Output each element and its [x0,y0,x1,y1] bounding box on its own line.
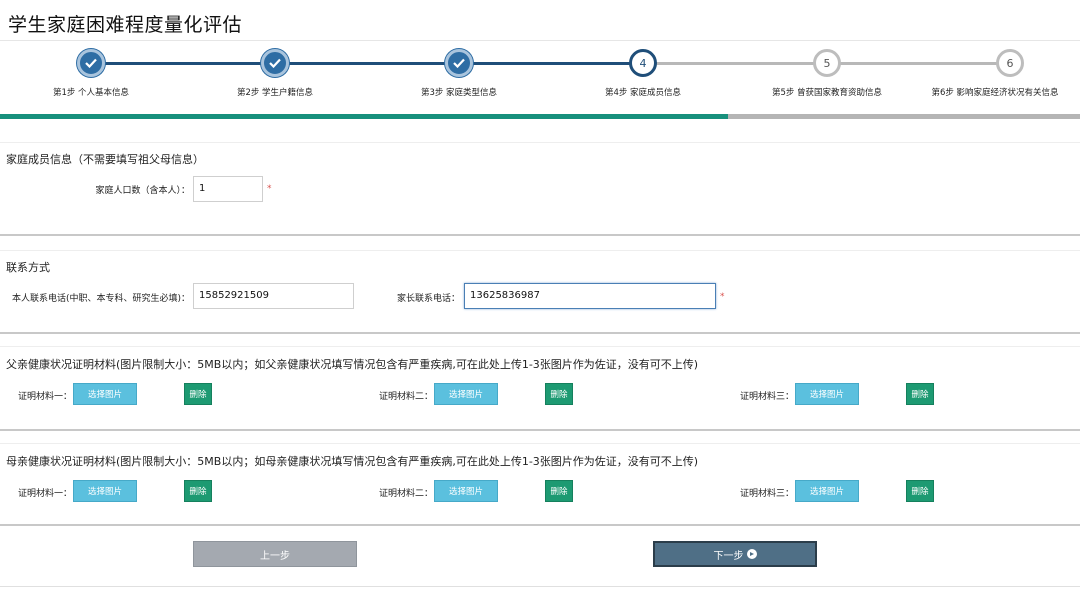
father-materials-title: 父亲健康状况证明材料(图片限制大小：5MB以内；如父亲健康状况填写情况包含有严重… [6,358,699,371]
section-divider [0,332,1080,334]
father-material-1-delete-button[interactable]: 删除 [184,383,212,405]
next-step-button[interactable]: 下一步 [653,541,817,567]
parent-phone-label: 家长联系电话： [396,294,460,304]
step-2-done-icon[interactable] [261,49,289,77]
progress-fill [0,114,728,119]
check-icon [453,58,465,68]
mother-material-1-delete-button[interactable]: 删除 [184,480,212,502]
page-title: 学生家庭困难程度量化评估 [8,14,243,36]
step-1-label: 第1步 个人基本信息 [52,88,130,98]
father-material-1-label: 证明材料一： [18,392,73,402]
father-material-3-delete-button[interactable]: 删除 [906,383,934,405]
mother-material-2-delete-button[interactable]: 删除 [545,480,573,502]
progress-bar [0,114,1080,119]
step-2-label: 第2步 学生户籍信息 [236,88,314,98]
mother-material-1-choose-button[interactable]: 选择图片 [73,480,137,502]
section-divider [0,250,1080,251]
step-4-label: 第4步 家庭成员信息 [604,88,682,98]
family-section-title: 家庭成员信息（不需要填写祖父母信息） [6,153,204,166]
father-material-2-choose-button[interactable]: 选择图片 [434,383,498,405]
required-mark: * [267,184,272,194]
mother-material-2-label: 证明材料二： [379,489,434,499]
arrow-circle-right-icon [746,549,757,559]
parent-phone-input[interactable]: 13625836987 [464,283,716,309]
section-divider [0,142,1080,143]
self-phone-label: 本人联系电话(中职、本专科、研究生必填)： [11,294,190,304]
section-divider [0,346,1080,347]
father-material-3-label: 证明材料三： [740,392,795,402]
step-5-label: 第5步 曾获国家教育资助信息 [771,88,883,98]
step-3-done-icon[interactable] [445,49,473,77]
section-divider [0,524,1080,526]
father-material-2-label: 证明材料二： [379,392,434,402]
step-1-done-icon[interactable] [77,49,105,77]
check-icon [85,58,97,68]
section-divider [0,429,1080,431]
bottom-divider [0,586,1080,587]
section-divider [0,443,1080,444]
father-material-3-choose-button[interactable]: 选择图片 [795,383,859,405]
step-3-label: 第3步 家庭类型信息 [420,88,498,98]
mother-material-3-label: 证明材料三： [740,489,795,499]
next-step-label: 下一步 [713,550,744,562]
family-count-label: 家庭人口数（含本人）： [95,186,190,196]
father-material-1-choose-button[interactable]: 选择图片 [73,383,137,405]
prev-step-label: 上一步 [260,550,290,562]
contact-section-title: 联系方式 [6,261,50,274]
father-material-2-delete-button[interactable]: 删除 [545,383,573,405]
step-4-circle[interactable]: 4 [629,49,657,77]
step-6-circle[interactable]: 6 [996,49,1024,77]
prev-step-button[interactable]: 上一步 [193,541,357,567]
check-icon [269,58,281,68]
mother-material-2-choose-button[interactable]: 选择图片 [434,480,498,502]
stepper: 第1步 个人基本信息 第2步 学生户籍信息 第3步 家庭类型信息 4 第4步 家… [0,40,1080,120]
step-connector [91,62,643,65]
self-phone-input[interactable]: 15852921509 [193,283,354,309]
step-5-circle[interactable]: 5 [813,49,841,77]
mother-material-3-choose-button[interactable]: 选择图片 [795,480,859,502]
mother-material-1-label: 证明材料一： [18,489,73,499]
mother-material-3-delete-button[interactable]: 删除 [906,480,934,502]
family-count-input[interactable]: 1 [193,176,263,202]
section-divider [0,234,1080,236]
step-6-label: 第6步 影响家庭经济状况有关信息 [931,88,1059,98]
required-mark: * [720,292,725,302]
mother-materials-title: 母亲健康状况证明材料(图片限制大小：5MB以内；如母亲健康状况填写情况包含有严重… [6,455,699,468]
